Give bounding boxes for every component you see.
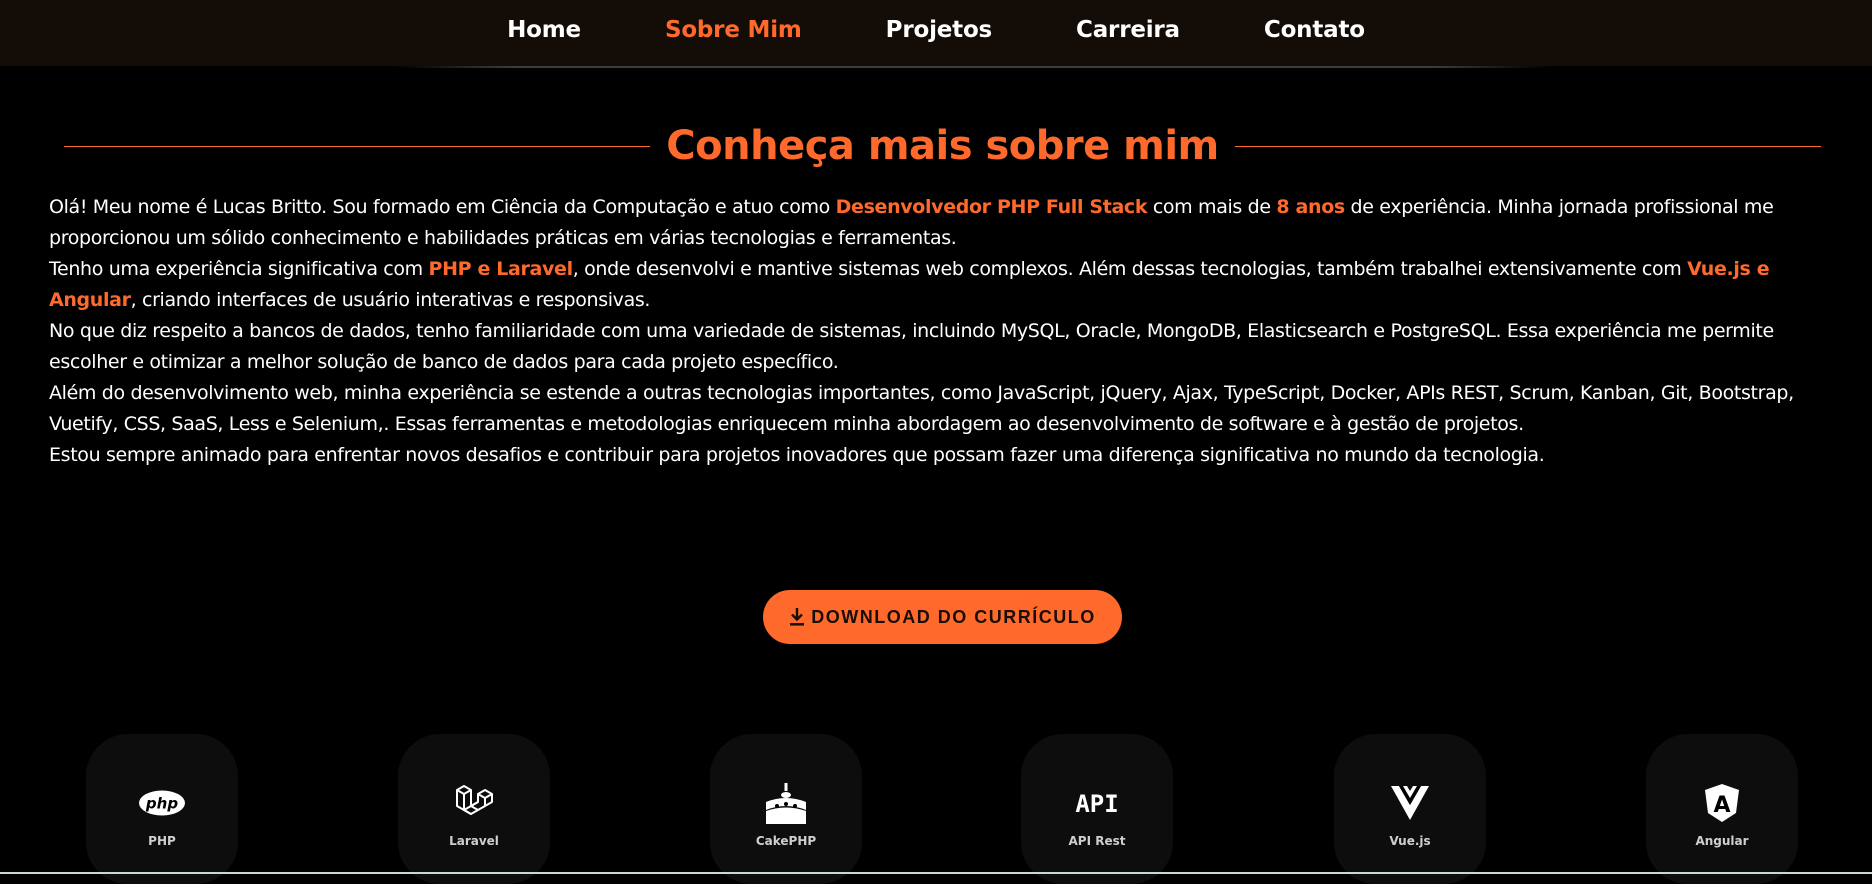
about-paragraph-4: Além do desenvolvimento web, minha exper…: [49, 382, 1794, 435]
about-paragraph-2: Tenho uma experiência significativa com …: [49, 254, 1839, 316]
nav-item-carreira[interactable]: Carreira: [1034, 17, 1222, 43]
download-icon: [790, 608, 805, 626]
download-cv-label: DOWNLOAD DO CURRÍCULO: [811, 606, 1096, 627]
php-logo-text: php: [145, 795, 178, 813]
about-text: Olá! Meu nome é Lucas Britto. Sou formad…: [49, 192, 1839, 471]
section-header: Conheça mais sobre mim: [64, 118, 1821, 174]
about-paragraph-5: Estou sempre animado para enfrentar novo…: [49, 444, 1545, 466]
skill-label-api-rest: API Rest: [1068, 834, 1126, 848]
page-title: Conheça mais sobre mim: [666, 123, 1219, 169]
angular-icon: A: [1704, 782, 1740, 824]
skill-label-vuejs: Vue.js: [1389, 834, 1431, 848]
top-navbar: Home Sobre Mim Projetos Carreira Contato: [0, 0, 1872, 66]
highlight-php-laravel: PHP e Laravel: [428, 258, 574, 280]
php-icon: php: [138, 782, 186, 824]
skill-card-angular: A Angular: [1646, 734, 1798, 884]
highlight-role: Desenvolvedor PHP Full Stack: [835, 196, 1148, 218]
skill-card-vuejs: Vue.js: [1334, 734, 1486, 884]
nav-menu: Home Sobre Mim Projetos Carreira Contato: [465, 17, 1407, 43]
download-cv-button[interactable]: DOWNLOAD DO CURRÍCULO: [763, 590, 1122, 644]
skills-row: php PHP Laravel CakePHP API API Rest Vue…: [0, 734, 1872, 884]
skill-label-laravel: Laravel: [449, 834, 499, 848]
api-icon: API: [1074, 782, 1120, 824]
title-line-right: [1234, 145, 1821, 147]
skill-card-api-rest: API API Rest: [1021, 734, 1173, 884]
skill-label-angular: Angular: [1695, 834, 1749, 848]
nav-item-sobre-mim[interactable]: Sobre Mim: [623, 17, 844, 43]
nav-item-home[interactable]: Home: [465, 17, 623, 43]
angular-logo-text: A: [1713, 793, 1730, 818]
nav-item-projetos[interactable]: Projetos: [844, 17, 1034, 43]
title-line-left: [64, 145, 651, 147]
skill-label-php: PHP: [148, 834, 176, 848]
text-span: , onde desenvolvi e mantive sistemas web…: [572, 258, 1688, 280]
cakephp-icon: [763, 782, 809, 824]
text-span: , criando interfaces de usuário interati…: [130, 289, 651, 311]
text-span: com mais de: [1147, 196, 1277, 218]
highlight-years: 8 anos: [1276, 196, 1345, 218]
vuejs-icon: [1390, 782, 1430, 824]
skill-card-cakephp: CakePHP: [710, 734, 862, 884]
skill-card-laravel: Laravel: [398, 734, 550, 884]
nav-item-contato[interactable]: Contato: [1222, 17, 1407, 43]
laravel-icon: [454, 782, 494, 824]
nav-divider: [395, 66, 1550, 68]
text-span: Olá! Meu nome é Lucas Britto. Sou formad…: [49, 196, 836, 218]
text-span: Tenho uma experiência significativa com: [49, 258, 429, 280]
skill-card-php: php PHP: [86, 734, 238, 884]
api-logo-text: API: [1075, 790, 1118, 818]
about-paragraph-3: No que diz respeito a bancos de dados, t…: [49, 320, 1774, 373]
about-paragraph-1: Olá! Meu nome é Lucas Britto. Sou formad…: [49, 192, 1839, 254]
skill-label-cakephp: CakePHP: [755, 834, 817, 848]
